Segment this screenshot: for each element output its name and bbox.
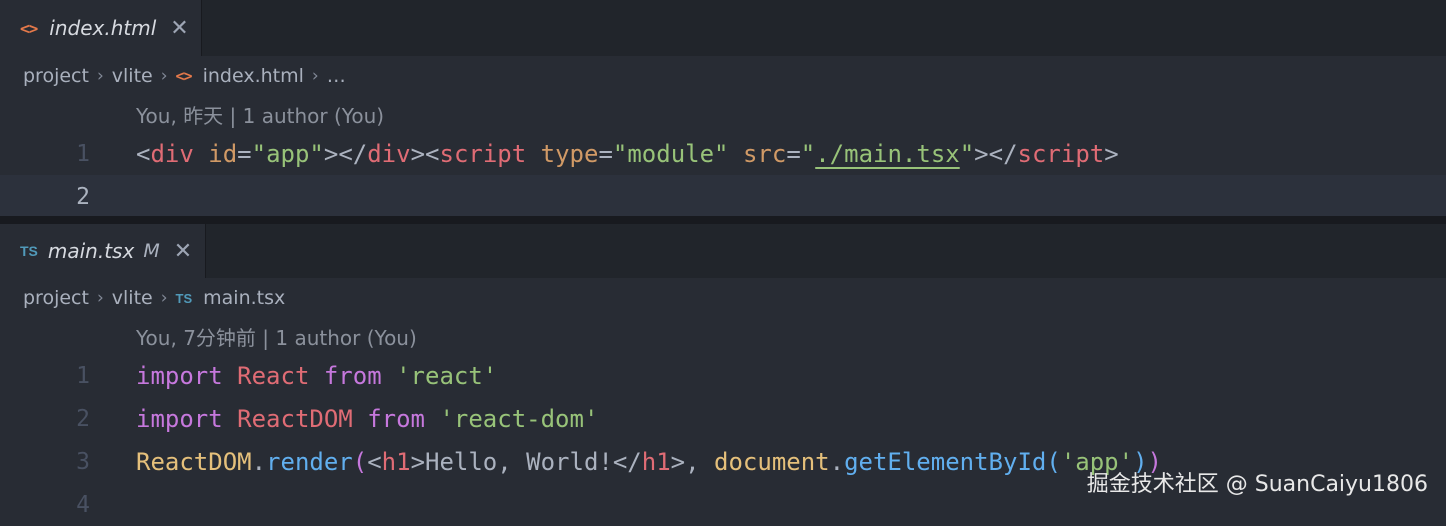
code-token: div — [150, 139, 194, 168]
code-line[interactable]: 1 import React from 'react' — [0, 354, 1446, 397]
code-token: = — [598, 139, 613, 168]
code-token: React — [237, 361, 310, 390]
chevron-right-icon: › — [96, 66, 104, 86]
code-token: ></ — [974, 139, 1018, 168]
code-token: 'react-dom' — [439, 404, 599, 433]
code-editor[interactable]: 1 import React from 'react' 2 import ReactD… — [0, 354, 1446, 526]
code-token: >< — [410, 139, 440, 168]
code-token: "app" — [251, 139, 324, 168]
html-file-icon: <> — [20, 18, 38, 38]
breadcrumb: project › vlite › <> index.html › … — [0, 56, 1446, 96]
breadcrumb: project › vlite › TS main.tsx — [0, 278, 1446, 318]
code-token: render — [266, 447, 353, 476]
code-token: >, — [670, 447, 715, 476]
watermark: 掘金技术社区 @ SuanCaiyu1806 — [1086, 472, 1428, 497]
line-number: 3 — [76, 448, 90, 475]
code-token: ( — [1046, 447, 1061, 476]
git-blame-codelens[interactable]: You, 7分钟前 | 1 author (You) — [0, 318, 1446, 354]
tab-index-html[interactable]: <> index.html ✕ — [0, 0, 202, 56]
code-token: "module" — [612, 139, 729, 168]
code-content: ReactDOM.render(<h1>Hello, World!</h1>, … — [136, 448, 1162, 476]
code-token: " — [959, 139, 975, 168]
breadcrumb-item-vlite[interactable]: vlite — [112, 287, 153, 309]
breadcrumb-item-project[interactable]: project — [23, 65, 89, 87]
close-icon[interactable]: ✕ — [174, 239, 192, 264]
code-token: id — [208, 139, 238, 168]
code-token: h1 — [641, 447, 671, 476]
code-token: type — [540, 139, 599, 168]
tab-bar: <> index.html ✕ — [0, 0, 1446, 56]
code-token: > — [1104, 139, 1119, 168]
close-icon[interactable]: ✕ — [170, 16, 188, 41]
code-token: " — [800, 139, 816, 168]
chevron-right-icon: › — [160, 288, 168, 308]
tab-main-tsx[interactable]: TS main.tsx M ✕ — [0, 224, 206, 278]
code-token: h1 — [381, 447, 411, 476]
modified-badge: M — [143, 240, 160, 262]
code-token: < — [136, 139, 151, 168]
breadcrumb-item-vlite[interactable]: vlite — [112, 65, 153, 87]
code-token: script — [1017, 139, 1105, 168]
code-editor[interactable]: 1 <div id="app"></div><script type="modul… — [0, 132, 1446, 218]
code-token: ReactDOM — [136, 447, 252, 476]
code-token: getElementById — [844, 447, 1047, 476]
breadcrumb-item-file[interactable]: index.html — [203, 65, 304, 87]
code-content: import ReactDOM from 'react-dom' — [136, 405, 598, 433]
typescript-file-icon: TS — [20, 243, 38, 259]
code-line[interactable]: 2 import ReactDOM from 'react-dom' — [0, 397, 1446, 440]
code-token: from — [323, 361, 382, 390]
code-token: = — [237, 139, 252, 168]
chevron-right-icon: › — [160, 66, 168, 86]
line-number: 2 — [76, 183, 90, 210]
code-line[interactable]: 1 <div id="app"></div><script type="modul… — [0, 132, 1446, 175]
code-token: >Hello, World!</ — [410, 447, 642, 476]
code-token: . — [251, 447, 267, 476]
line-number: 1 — [76, 140, 90, 167]
breadcrumb-item-project[interactable]: project — [23, 287, 89, 309]
code-content: <div id="app"></div><script type="module… — [136, 140, 1119, 168]
editor-pane-index-html: <> index.html ✕ project › vlite › <> ind… — [0, 0, 1446, 218]
tab-label: index.html — [49, 16, 157, 40]
code-token: from — [367, 404, 425, 433]
breadcrumb-item-file[interactable]: main.tsx — [203, 287, 285, 309]
code-token: import — [136, 361, 223, 390]
code-token: import — [136, 404, 223, 433]
tab-bar: TS main.tsx M ✕ — [0, 224, 1446, 278]
code-token: ReactDOM — [237, 404, 353, 433]
code-token: document — [714, 447, 830, 476]
code-token: src — [742, 139, 787, 168]
code-content: import React from 'react' — [136, 362, 497, 390]
line-number: 2 — [76, 405, 90, 432]
code-token: div — [367, 139, 411, 168]
code-token: script — [439, 139, 527, 168]
code-token: ( — [352, 447, 368, 476]
line-number: 4 — [76, 491, 90, 518]
code-token: ></ — [323, 139, 368, 168]
file-link[interactable]: ./main.tsx — [815, 140, 960, 168]
code-token: < — [367, 447, 382, 476]
git-blame-codelens[interactable]: You, 昨天 | 1 author (You) — [0, 96, 1446, 132]
code-token: . — [829, 447, 845, 476]
chevron-right-icon: › — [311, 66, 319, 86]
line-number: 1 — [76, 362, 90, 389]
html-file-icon: <> — [175, 67, 193, 85]
pane-divider[interactable] — [0, 216, 1446, 224]
tab-label: main.tsx — [47, 239, 135, 263]
code-line[interactable]: 2 — [0, 175, 1446, 218]
typescript-file-icon: TS — [175, 290, 193, 306]
code-token: 'react' — [396, 361, 498, 390]
chevron-right-icon: › — [96, 288, 104, 308]
code-token: = — [786, 139, 801, 168]
breadcrumb-item-symbols[interactable]: … — [327, 65, 346, 87]
